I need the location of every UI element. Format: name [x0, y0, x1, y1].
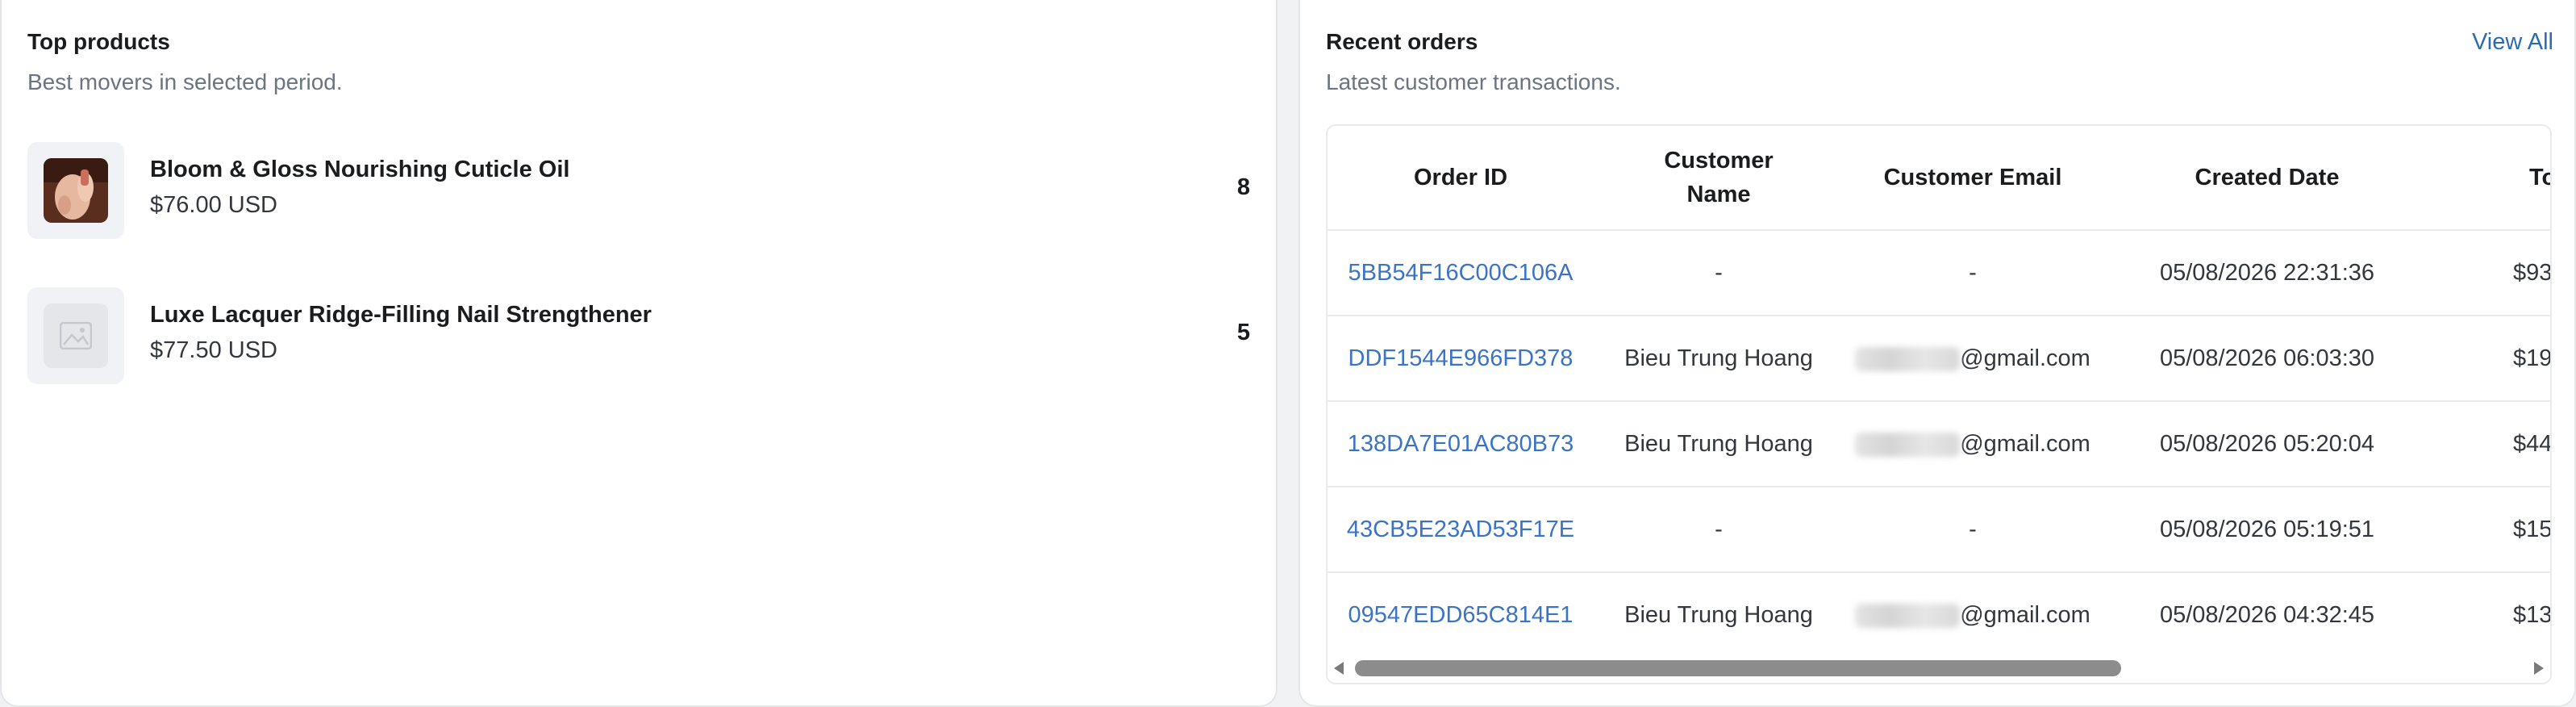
top-products-subtitle: Best movers in selected period.: [27, 69, 343, 94]
table-row[interactable]: 138DA7E01AC80B73 Bieu Trung Hoang @gmail.c…: [1328, 401, 2550, 487]
order-id-cell: 138DA7E01AC80B73: [1328, 401, 1594, 487]
created-date-cell: 05/08/2026 05:20:04: [2102, 401, 2432, 487]
customer-email-text: @gmail.com: [1960, 601, 2090, 628]
product-row[interactable]: Luxe Lacquer Ridge-Filling Nail Strength…: [27, 287, 1250, 386]
table-row[interactable]: 09547EDD65C814E1 Bieu Trung Hoang @gmail.c…: [1328, 572, 2550, 659]
customer-name-cell: Bieu Trung Hoang: [1594, 401, 1844, 487]
product-price: $77.50 USD: [150, 337, 277, 363]
scrollbar-thumb[interactable]: [1355, 660, 2121, 676]
order-total-cell: $19.5: [2432, 316, 2550, 402]
customer-name-cell: -: [1594, 487, 1844, 573]
recent-orders-card: Recent orders Latest customer transactio…: [1298, 0, 2576, 707]
customer-email-cell: -: [1844, 230, 2102, 316]
customer-name-cell: -: [1594, 230, 1844, 316]
table-header-row: Order ID Customer Name Customer Email Cr…: [1328, 126, 2550, 231]
product-photo: [44, 158, 108, 223]
order-total-cell: $15.5: [2432, 487, 2550, 573]
customer-email-cell: @gmail.com: [1844, 572, 2102, 659]
top-products-card: Top products Best movers in selected per…: [0, 0, 1278, 707]
orders-table-container[interactable]: Order ID Customer Name Customer Email Cr…: [1326, 124, 2552, 684]
customer-email-cell: -: [1844, 487, 2102, 573]
orders-table: Order ID Customer Name Customer Email Cr…: [1328, 126, 2550, 659]
order-id-link[interactable]: 09547EDD65C814E1: [1348, 602, 1574, 628]
product-quantity: 8: [1236, 174, 1250, 200]
view-all-link[interactable]: View All: [2472, 29, 2553, 56]
column-header-total[interactable]: To: [2432, 126, 2550, 231]
customer-email-text: -: [1969, 516, 1977, 542]
product-name[interactable]: Luxe Lacquer Ridge-Filling Nail Strength…: [150, 302, 652, 328]
order-id-cell: DDF1544E966FD378: [1328, 316, 1594, 402]
order-id-cell: 09547EDD65C814E1: [1328, 572, 1594, 659]
product-name[interactable]: Bloom & Gloss Nourishing Cuticle Oil: [150, 157, 569, 183]
horizontal-scrollbar[interactable]: [1328, 652, 2550, 683]
table-row[interactable]: DDF1544E966FD378 Bieu Trung Hoang @gmail.c…: [1328, 316, 2550, 402]
product-thumbnail[interactable]: [27, 142, 124, 239]
redacted-email-blur: [1855, 346, 1961, 371]
top-products-title: Top products: [27, 29, 170, 54]
redacted-email-blur: [1855, 432, 1961, 457]
redacted-email-blur: [1855, 603, 1961, 628]
product-quantity: 5: [1236, 320, 1250, 345]
scroll-right-arrow-icon[interactable]: [2534, 662, 2544, 675]
order-total-cell: $93.4: [2432, 230, 2550, 316]
scroll-left-arrow-icon[interactable]: [1334, 662, 1344, 675]
table-row[interactable]: 43CB5E23AD53F17E - -05/08/2026 05:19:51 $15…: [1328, 487, 2550, 573]
recent-orders-subtitle: Latest customer transactions.: [1326, 69, 1621, 94]
created-date-cell: 05/08/2026 06:03:30: [2102, 316, 2432, 402]
order-id-link[interactable]: 138DA7E01AC80B73: [1348, 431, 1574, 457]
order-total-cell: $44.5: [2432, 401, 2550, 487]
image-placeholder-icon: [44, 303, 108, 368]
created-date-cell: 05/08/2026 22:31:36: [2102, 230, 2432, 316]
order-id-cell: 5BB54F16C00C106A: [1328, 230, 1594, 316]
product-row[interactable]: Bloom & Gloss Nourishing Cuticle Oil $76…: [27, 142, 1250, 241]
order-id-link[interactable]: 43CB5E23AD53F17E: [1347, 517, 1574, 542]
product-thumbnail[interactable]: [27, 287, 124, 384]
customer-email-text: @gmail.com: [1960, 430, 2090, 457]
table-row[interactable]: 5BB54F16C00C106A - -05/08/2026 22:31:36 $93…: [1328, 230, 2550, 316]
created-date-cell: 05/08/2026 04:32:45: [2102, 572, 2432, 659]
product-price: $76.00 USD: [150, 192, 277, 218]
created-date-cell: 05/08/2026 05:19:51: [2102, 487, 2432, 573]
column-header-customer-name[interactable]: Customer Name: [1594, 126, 1844, 231]
recent-orders-title: Recent orders: [1326, 29, 1478, 54]
order-id-link[interactable]: DDF1544E966FD378: [1348, 345, 1574, 371]
order-id-cell: 43CB5E23AD53F17E: [1328, 487, 1594, 573]
column-header-customer-email[interactable]: Customer Email: [1844, 126, 2102, 231]
customer-email-cell: @gmail.com: [1844, 401, 2102, 487]
customer-email-text: -: [1969, 259, 1977, 286]
column-header-created-date[interactable]: Created Date: [2102, 126, 2432, 231]
column-header-order-id[interactable]: Order ID: [1328, 126, 1594, 231]
customer-email-text: @gmail.com: [1960, 345, 2090, 371]
order-total-cell: $136.9: [2432, 572, 2550, 659]
order-id-link[interactable]: 5BB54F16C00C106A: [1348, 260, 1574, 286]
customer-email-cell: @gmail.com: [1844, 316, 2102, 402]
customer-name-cell: Bieu Trung Hoang: [1594, 316, 1844, 402]
column-header-customer-name-label: Customer Name: [1664, 148, 1774, 207]
customer-name-cell: Bieu Trung Hoang: [1594, 572, 1844, 659]
